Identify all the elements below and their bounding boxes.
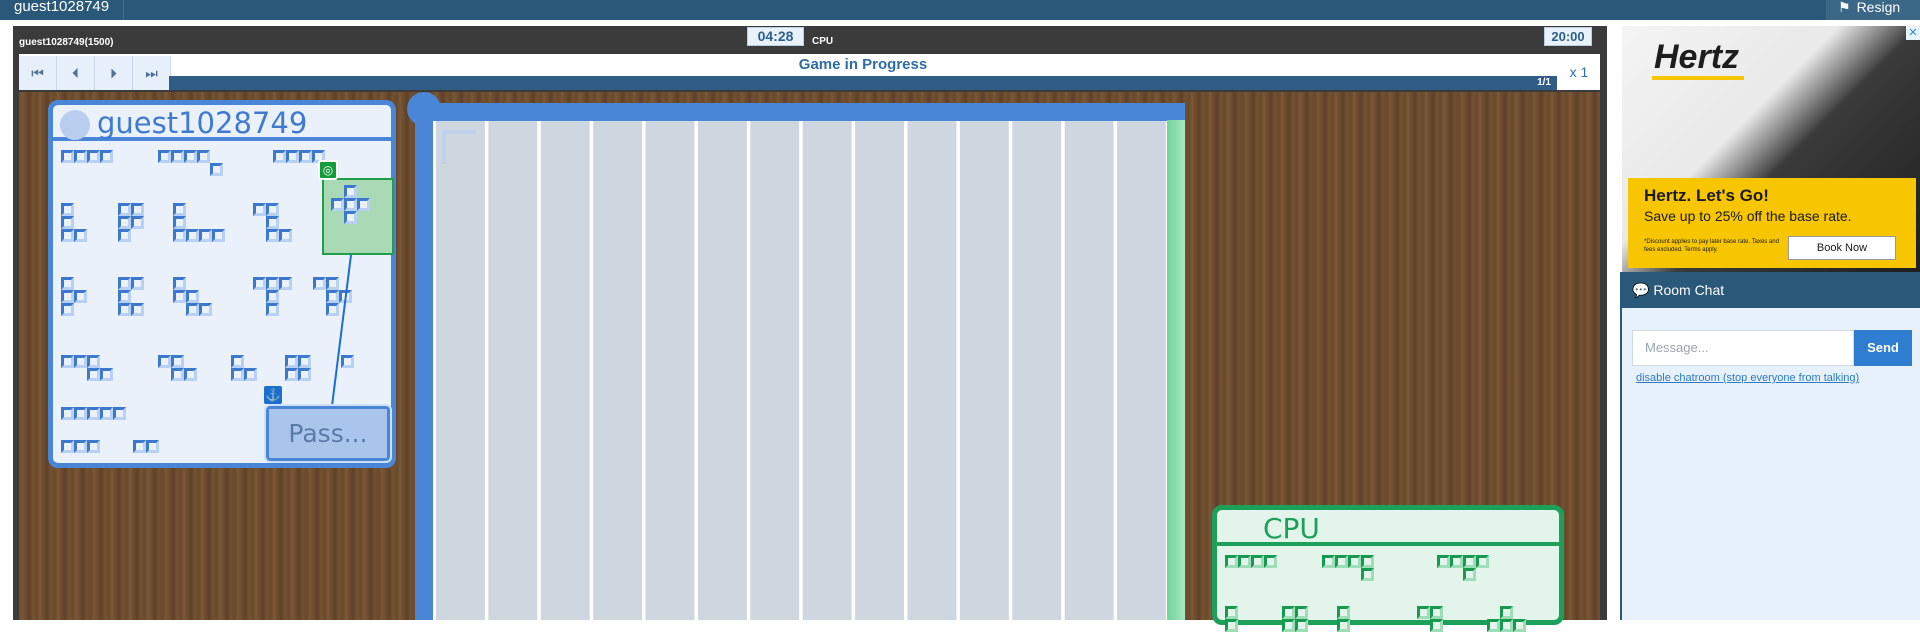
piece-square: [1322, 555, 1335, 568]
ad-offer: Save up to 25% off the base rate.: [1644, 208, 1852, 224]
piece-square: [1225, 619, 1238, 632]
piece-square: [1225, 606, 1238, 619]
piece-square: [1335, 555, 1348, 568]
board-grid[interactable]: [433, 121, 1167, 620]
piece-square: [1295, 619, 1308, 632]
piece-square: [1337, 619, 1350, 632]
piece-square: [1225, 555, 1238, 568]
ad-offer-box: Hertz. Let's Go! Save up to 25% off the …: [1628, 178, 1916, 268]
piece-square: [1282, 606, 1295, 619]
ad-logo-underline: [1652, 76, 1744, 80]
ad-close-icon[interactable]: ✕: [1906, 26, 1920, 40]
piece-square: [1476, 555, 1489, 568]
chat-header: 💬 Room Chat: [1622, 272, 1920, 308]
piece-square: [1348, 555, 1361, 568]
room-chat: 💬 Room Chat Message... Send disable chat…: [1620, 272, 1920, 620]
piece-square: [1463, 555, 1476, 568]
start-corner-marker: [442, 130, 476, 164]
ad-book-now-button[interactable]: Book Now: [1788, 236, 1896, 260]
piece-square: [1450, 555, 1463, 568]
piece-square: [1500, 619, 1513, 632]
piece-square: [1430, 619, 1443, 632]
piece-square: [1295, 606, 1308, 619]
cpu-name-bar: CPU: [1217, 510, 1559, 546]
piece-square: [1487, 619, 1500, 632]
cpu-piece-tray: CPU: [1212, 505, 1564, 632]
anchor-icon[interactable]: ⚓: [264, 386, 282, 404]
chat-title: Room Chat: [1653, 282, 1725, 298]
ad-headline: Hertz. Let's Go!: [1644, 186, 1769, 205]
piece-square: [1264, 555, 1277, 568]
chat-send-button[interactable]: Send: [1854, 330, 1912, 366]
piece-square: [1251, 555, 1264, 568]
disable-chatroom-link[interactable]: disable chatroom (stop everyone from tal…: [1636, 372, 1859, 384]
piece-square: [1361, 555, 1374, 568]
chat-bubble-icon: 💬: [1632, 282, 1650, 298]
board-top-edge: [415, 103, 1185, 121]
cpu-name: CPU: [1263, 512, 1320, 545]
piece-square: [1238, 555, 1251, 568]
piece-square: [1337, 606, 1350, 619]
pass-button[interactable]: Pass...: [264, 404, 392, 463]
piece-square: [1437, 555, 1450, 568]
board-left-edge: [415, 103, 433, 620]
board-right-edge: [1167, 120, 1185, 620]
piece-square: [1430, 606, 1443, 619]
piece-square: [1463, 568, 1476, 581]
piece-square: [1417, 606, 1430, 619]
piece-square: [1500, 606, 1513, 619]
ad-brand-logo: Hertz: [1654, 38, 1740, 76]
piece-square: [1282, 619, 1295, 632]
ad-fine-print: *Discount applies to pay later base rate…: [1644, 239, 1779, 253]
game-board: [407, 92, 1185, 620]
piece-square: [1513, 619, 1526, 632]
piece-square: [1361, 568, 1374, 581]
chat-message-input[interactable]: Message...: [1632, 330, 1854, 366]
advertisement[interactable]: Hertz ✕ Hertz. Let's Go! Save up to 25% …: [1622, 26, 1920, 272]
